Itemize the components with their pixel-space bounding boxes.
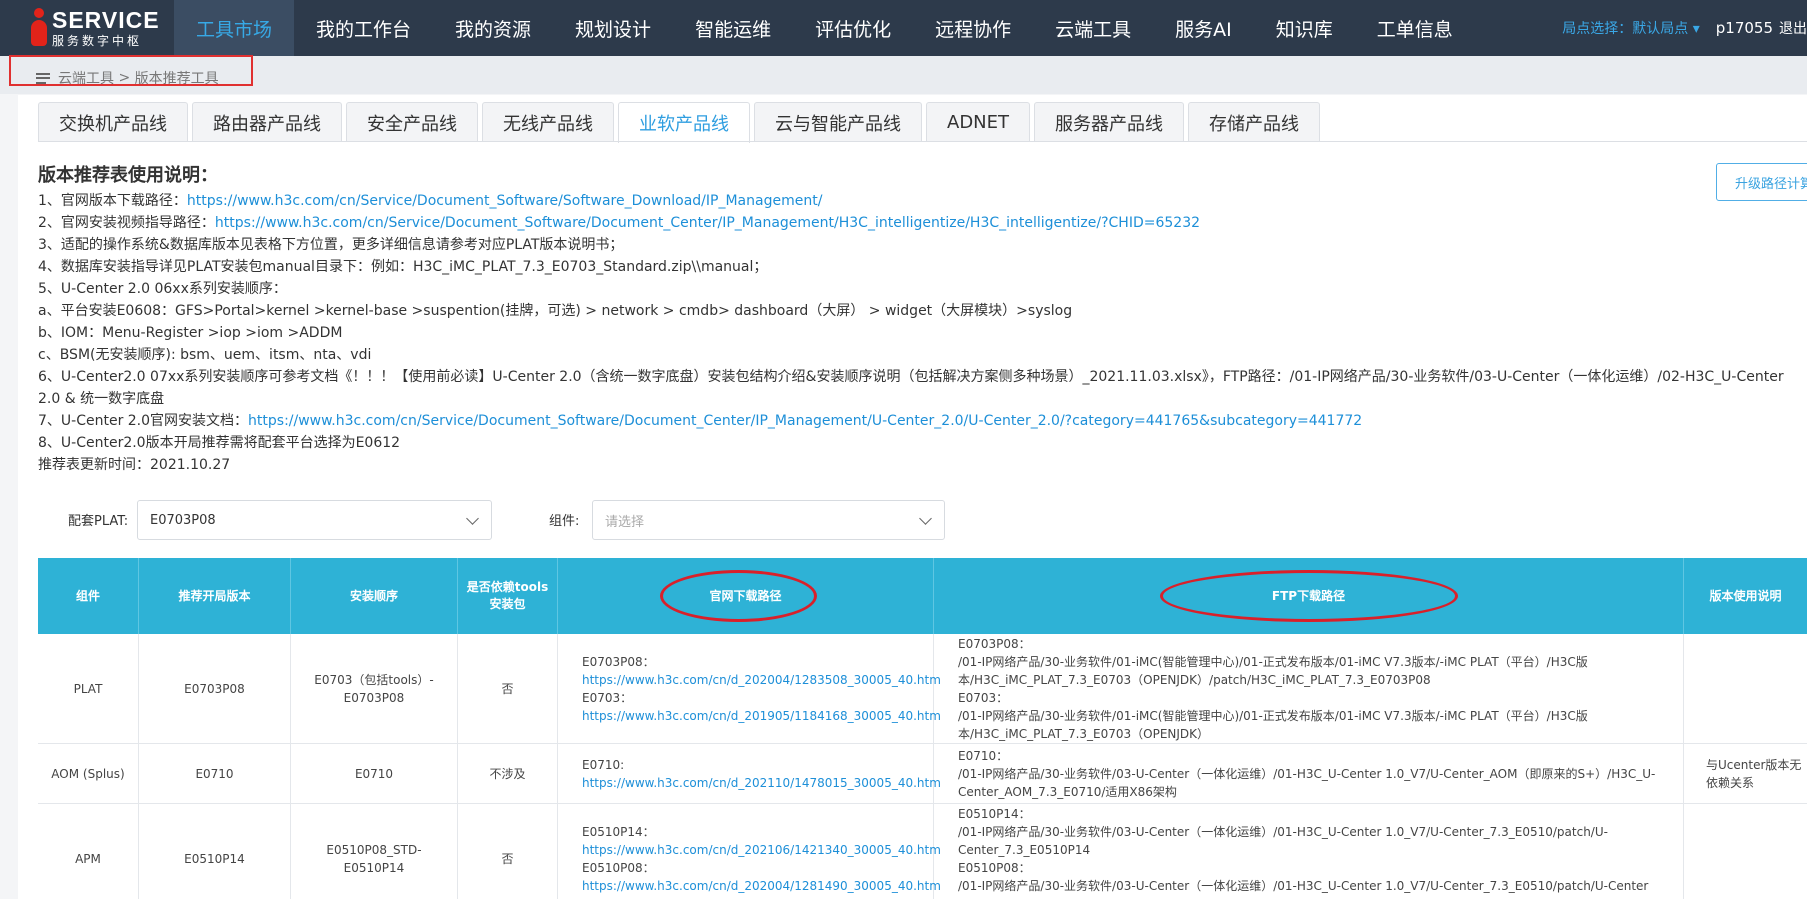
location-selector[interactable]: 局点选择：默认局点 ▾ [1562,18,1699,38]
plat-select[interactable]: E0703P08 [137,500,492,540]
cell-version: E0510P14 [139,804,291,899]
web-link[interactable]: https://www.h3c.com/cn/d_202004/1283508_… [582,673,941,687]
th-component: 组件 [38,558,139,634]
nav-item-resources[interactable]: 我的资源 [433,0,553,56]
cell-note: 与Ucenter版本无依赖关系 [1706,757,1802,790]
web-link[interactable]: https://www.h3c.com/cn/d_202004/1281490_… [582,879,941,893]
cell-order: E0703（包括tools）-E0703P08 [291,634,458,743]
component-label: 组件: [549,514,580,529]
web-link[interactable]: https://www.h3c.com/cn/d_201905/1184168_… [582,709,941,723]
tab-storage[interactable]: 存储产品线 [1188,102,1321,142]
tab-business-software[interactable]: 业软产品线 [618,102,750,143]
annotation-box [9,55,253,86]
note-line-3: 3、适配的操作系统&数据库版本见表格下方位置，更多详细信息请参考对应PLAT版本… [38,237,624,253]
cell-order: E0710 [291,744,458,803]
cell-ftp-path: E0703P08： /01-IP网络产品/30-业务软件/01-iMC(智能管理… [934,634,1684,743]
cell-note [1684,634,1807,743]
tab-switch[interactable]: 交换机产品线 [38,102,188,142]
table-row: AOM (Splus) E0710 E0710 不涉及 E0710: https… [38,744,1807,804]
tab-router[interactable]: 路由器产品线 [192,102,342,142]
username[interactable]: p17055 [1716,19,1773,37]
nav-item-planning[interactable]: 规划设计 [553,0,673,56]
nav-item-workbench[interactable]: 我的工作台 [294,0,433,56]
nav-item-tool-market[interactable]: 工具市场 [174,0,295,56]
cell-tools: 否 [458,804,558,899]
note-line-6b: 2.0 & 统一数字底盘 [38,391,165,407]
web-link[interactable]: https://www.h3c.com/cn/d_202110/1478015_… [582,774,941,792]
download-link[interactable]: https://www.h3c.com/cn/Service/Document_… [187,193,822,209]
web-link[interactable]: https://www.h3c.com/cn/d_202106/1421340_… [582,843,941,857]
nav-item-service-ai[interactable]: 服务AI [1153,0,1254,56]
cell-ftp-path: E0710： /01-IP网络产品/30-业务软件/03-U-Center（一体… [934,744,1684,803]
caret-down-icon: ▾ [1692,21,1700,37]
annotation-ellipse [1160,570,1458,622]
tab-security[interactable]: 安全产品线 [346,102,478,142]
note-line-c: c、BSM(无安装顺序): bsm、uem、itsm、nta、vdi [38,347,372,363]
th-tools: 是否依赖tools安装包 [458,558,558,634]
note-line-8: 8、U-Center2.0版本开局推荐需将配套平台选择为E0612 [38,435,401,451]
logo-title: SERVICE [52,7,160,33]
nav-item-tickets[interactable]: 工单信息 [1355,0,1475,56]
annotation-ellipse [660,570,817,622]
usage-notes: 版本推荐表使用说明： 1、官网版本下载路径：https://www.h3c.co… [38,162,1807,476]
nav-item-remote[interactable]: 远程协作 [913,0,1033,56]
logo-subtitle: 服务数字中枢 [52,34,143,48]
chevron-down-icon [466,512,479,525]
note-line-2: 2、官网安装视频指导路径：https://www.h3c.com/cn/Serv… [38,215,1201,231]
cell-component: APM [38,804,139,899]
note-line-7: 7、U-Center 2.0官网安装文档：https://www.h3c.com… [38,413,1363,429]
install-doc-link[interactable]: https://www.h3c.com/cn/Service/Document_… [248,413,1362,429]
cell-version: E0703P08 [139,634,291,743]
plat-label: 配套PLAT: [68,514,129,529]
cell-tools: 否 [458,634,558,743]
cell-web-path: E0510P14：https://www.h3c.com/cn/d_202106… [558,804,941,899]
note-line-b: b、IOM：Menu-Register >iop >iom >ADDM [38,325,343,341]
cell-version: E0710 [139,744,291,803]
video-guide-link[interactable]: https://www.h3c.com/cn/Service/Document_… [215,215,1200,231]
cell-note [1684,804,1807,899]
nav-item-evaluation[interactable]: 评估优化 [793,0,913,56]
tab-cloud-intelligence[interactable]: 云与智能产品线 [754,102,922,142]
note-line-a: a、平台安装E0608：GFS>Portal>kernel >kernel-ba… [38,303,1073,319]
cell-component: PLAT [38,634,139,743]
product-line-tabs: 交换机产品线 路由器产品线 安全产品线 无线产品线 业软产品线 云与智能产品线 … [38,102,1324,143]
note-line-4: 4、数据库安装指导详见PLAT安装包manual目录下：例如：H3C_iMC_P… [38,259,768,275]
cell-order: E0510P08_STD-E0510P14 [291,804,458,899]
logout-link[interactable]: 退出 [1779,18,1807,38]
note-line-1: 1、官网版本下载路径：https://www.h3c.com/cn/Servic… [38,193,823,209]
breadcrumb-bar [0,56,1807,94]
cell-web-path: E0703P08：https://www.h3c.com/cn/d_202004… [558,634,941,743]
note-line-5: 5、U-Center 2.0 06xx系列安装顺序： [38,281,287,297]
table-header: 组件 推荐开局版本 安装顺序 是否依赖tools安装包 官网下载路径 FTP下载… [38,558,1807,634]
tab-adnet[interactable]: ADNET [926,102,1031,142]
top-navbar: SERVICE 服务数字中枢 工具市场 我的工作台 我的资源 规划设计 智能运维… [0,0,1807,56]
notes-title: 版本推荐表使用说明： [38,165,218,186]
cell-web-path: E0710: https://www.h3c.com/cn/d_202110/1… [558,744,941,803]
nav-item-knowledge[interactable]: 知识库 [1254,0,1355,56]
tab-wireless[interactable]: 无线产品线 [482,102,614,142]
component-select[interactable]: 请选择 [592,500,945,540]
chevron-down-icon [919,512,932,525]
tab-server[interactable]: 服务器产品线 [1034,102,1185,142]
th-order: 安装顺序 [291,558,458,634]
brand-logo[interactable]: SERVICE 服务数字中枢 [0,0,174,56]
main-menu: 工具市场 我的工作台 我的资源 规划设计 智能运维 评估优化 远程协作 云端工具… [174,0,1475,56]
table-row: APM E0510P14 E0510P08_STD-E0510P14 否 E05… [38,804,1807,899]
nav-item-ops[interactable]: 智能运维 [673,0,793,56]
th-note: 版本使用说明 [1709,588,1782,603]
cell-ftp-path: E0510P14： /01-IP网络产品/30-业务软件/03-U-Center… [934,804,1684,899]
tabs-divider [38,141,1807,142]
nav-user-area: 局点选择：默认局点 ▾ p17055 退出 [1562,0,1807,56]
table-row: PLAT E0703P08 E0703（包括tools）-E0703P08 否 … [38,634,1807,744]
update-time: 推荐表更新时间：2021.10.27 [38,457,231,473]
nav-item-cloud-tools[interactable]: 云端工具 [1033,0,1153,56]
th-version: 推荐开局版本 [139,558,291,634]
cell-component: AOM (Splus) [38,744,139,803]
cell-tools: 不涉及 [458,744,558,803]
note-line-6: 6、U-Center2.0 07xx系列安装顺序可参考文档《！！！【使用前必读】… [38,369,1784,385]
logo-icon [30,8,48,48]
